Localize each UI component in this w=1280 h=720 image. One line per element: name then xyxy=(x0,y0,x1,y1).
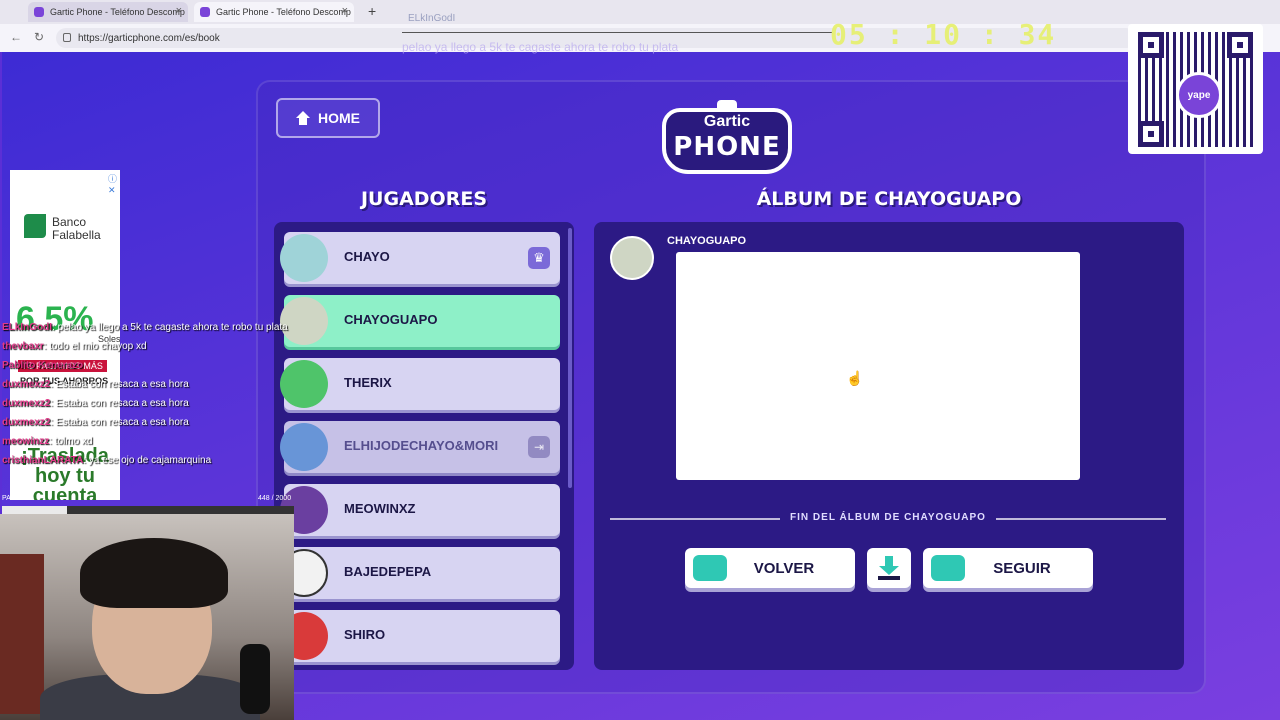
chat-text: tolmo xd xyxy=(54,436,93,447)
player-avatar xyxy=(280,234,328,282)
player-name: SHIRO xyxy=(344,627,386,642)
chat-user: meowinzz xyxy=(2,436,50,447)
player-name: BAJEDEPEPA xyxy=(344,564,432,579)
new-tab-icon[interactable]: + xyxy=(368,3,376,19)
close-tab-icon[interactable]: × xyxy=(176,5,182,17)
close-tab-icon[interactable]: × xyxy=(342,5,348,17)
player-row-chayo[interactable]: CHAYO ♛ xyxy=(280,232,560,284)
gartic-favicon-icon xyxy=(200,7,210,17)
lock-icon xyxy=(63,33,71,42)
qr-code: yape xyxy=(1128,24,1263,154)
download-button[interactable] xyxy=(867,548,911,588)
crown-icon: ♛ xyxy=(528,247,550,269)
qr-finder xyxy=(1227,32,1253,58)
chat-message: duxmexz2: Estaba con resaca a esa hora xyxy=(2,379,189,390)
drawing-canvas xyxy=(676,252,1080,480)
back-button[interactable]: VOLVER xyxy=(685,548,855,588)
player-name: THERIX xyxy=(344,375,392,390)
ad-brand-line2: Falabella xyxy=(52,228,101,242)
tab-title: Gartic Phone - Teléfono Descomp xyxy=(216,7,351,17)
chat-user: cristhianLARATA xyxy=(2,455,84,466)
player-row-shiro[interactable]: SHIRO xyxy=(280,610,560,662)
background-shelf xyxy=(0,554,44,714)
divider-left xyxy=(610,518,780,520)
chat-message: meowinzz: tolmo xd xyxy=(2,436,93,447)
reload-icon[interactable]: ↻ xyxy=(34,30,44,44)
download-icon xyxy=(878,556,900,580)
chat-text: pelao ya llego a 5k te cagaste ahora te … xyxy=(57,322,288,333)
chat-user: duxmexz2 xyxy=(2,398,51,409)
player-row-chayoguapo[interactable]: CHAYOGUAPO xyxy=(280,295,560,347)
players-scrollbar[interactable] xyxy=(568,228,572,488)
chat-user: thevbaxr xyxy=(2,341,44,352)
players-list[interactable]: CHAYO ♛ CHAYOGUAPO THERIX ELHIJODECHAYO&… xyxy=(274,222,574,670)
divider-right xyxy=(996,518,1166,520)
microphone xyxy=(240,644,270,714)
browser-tab-1[interactable]: Gartic Phone - Teléfono Descomp × xyxy=(28,2,188,22)
player-name: CHAYO xyxy=(344,249,390,264)
chat-message: thevbaxr: todo el mio chayop xd xyxy=(2,341,147,352)
left-game-icon: ⇥ xyxy=(528,436,550,458)
chat-text: ya ese ojo de cajamarquina xyxy=(88,455,212,466)
chat-message: duxmexz2: Estaba con resaca a esa hora xyxy=(2,417,189,428)
gartic-phone-logo: Gartic PHONE xyxy=(662,100,792,176)
browser-tab-2[interactable]: Gartic Phone - Teléfono Descomp × xyxy=(194,2,354,22)
album-author-avatar xyxy=(610,236,654,280)
chat-message: duxmexz2: Estaba con resaca a esa hora xyxy=(2,398,189,409)
progress-label: 448 / 2000 xyxy=(258,495,292,502)
album-end-label: FIN DEL ÁLBUM DE CHAYOGUAPO xyxy=(790,512,986,523)
home-icon xyxy=(296,111,310,125)
chat-text: Estaba con resaca a esa hora xyxy=(55,379,189,390)
gartic-favicon-icon xyxy=(34,7,44,17)
streamer-hair xyxy=(80,538,228,608)
player-row-therix[interactable]: THERIX xyxy=(280,358,560,410)
ticker-text: pelao ya llego a 5k te cagaste ahora te … xyxy=(402,40,679,54)
chat-user: ELkInGodI xyxy=(2,322,52,333)
ad-info-icon[interactable]: ⓘ ✕ xyxy=(108,172,120,196)
ticker-divider xyxy=(402,32,832,33)
hand-cursor-icon: ☝ xyxy=(846,370,864,386)
chat-message: ELkInGodI: pelao ya llego a 5k te cagast… xyxy=(2,322,288,333)
bank-logo-icon xyxy=(24,214,46,238)
tab-title: Gartic Phone - Teléfono Descomp xyxy=(50,7,185,17)
player-name: MEOWINXZ xyxy=(344,501,416,516)
browser-tab-bar: Gartic Phone - Teléfono Descomp × Gartic… xyxy=(0,0,1280,24)
home-button[interactable]: HOME xyxy=(276,98,380,138)
progress-left-label: PALABRA xyxy=(2,495,34,502)
chat-message: Pablito Kenerazo xyxy=(2,360,302,379)
qr-finder xyxy=(1138,32,1164,58)
chat-message: cristhianLARATA: ya ese ojo de cajamarqu… xyxy=(2,455,212,466)
next-label: SEGUIR xyxy=(993,559,1051,577)
chat-user: Pablito Kenerazo xyxy=(2,360,84,371)
logo-word-phone: PHONE xyxy=(673,132,781,162)
back-label: VOLVER xyxy=(753,559,815,577)
chat-overlay: ELkInGodI: pelao ya llego a 5k te cagast… xyxy=(2,322,302,474)
next-button[interactable]: SEGUIR xyxy=(923,548,1093,588)
streamer-tag: ELkInGodI xyxy=(408,13,456,24)
chat-text: Estaba con resaca a esa hora xyxy=(55,398,189,409)
player-row-bajedepepa[interactable]: BAJEDEPEPA xyxy=(280,547,560,599)
chat-user: duxmexz2 xyxy=(2,379,51,390)
player-row-elhijodechayo[interactable]: ELHIJODECHAYO&MORI ⇥ xyxy=(280,421,560,473)
stream-timer: 05 : 10 : 34 xyxy=(830,18,1057,51)
url-text: https://garticphone.com/es/book xyxy=(78,32,220,44)
album-author-name: CHAYOGUAPO xyxy=(667,235,747,247)
qr-finder xyxy=(1138,121,1164,147)
chat-user: duxmexz2 xyxy=(2,417,51,428)
progress-fill xyxy=(2,506,68,514)
home-label: HOME xyxy=(318,110,360,126)
players-heading: JUGADORES xyxy=(360,188,487,210)
player-name: ELHIJODECHAYO&MORI xyxy=(344,438,499,453)
webcam-feed xyxy=(0,514,294,720)
logo-word-gartic: Gartic xyxy=(703,113,751,130)
chat-text: todo el mio chayop xd xyxy=(49,341,147,352)
yape-logo: yape xyxy=(1176,72,1222,118)
chat-text: Estaba con resaca a esa hora xyxy=(55,417,189,428)
back-arrow-icon[interactable]: ← xyxy=(10,30,22,44)
donation-progress-bar xyxy=(2,506,294,514)
player-row-meowinxz[interactable]: MEOWINXZ xyxy=(280,484,560,536)
album-heading: ÁLBUM DE CHAYOGUAPO xyxy=(756,188,1022,210)
ad-brand: Banco Falabella xyxy=(52,216,101,242)
player-name: CHAYOGUAPO xyxy=(344,312,438,327)
